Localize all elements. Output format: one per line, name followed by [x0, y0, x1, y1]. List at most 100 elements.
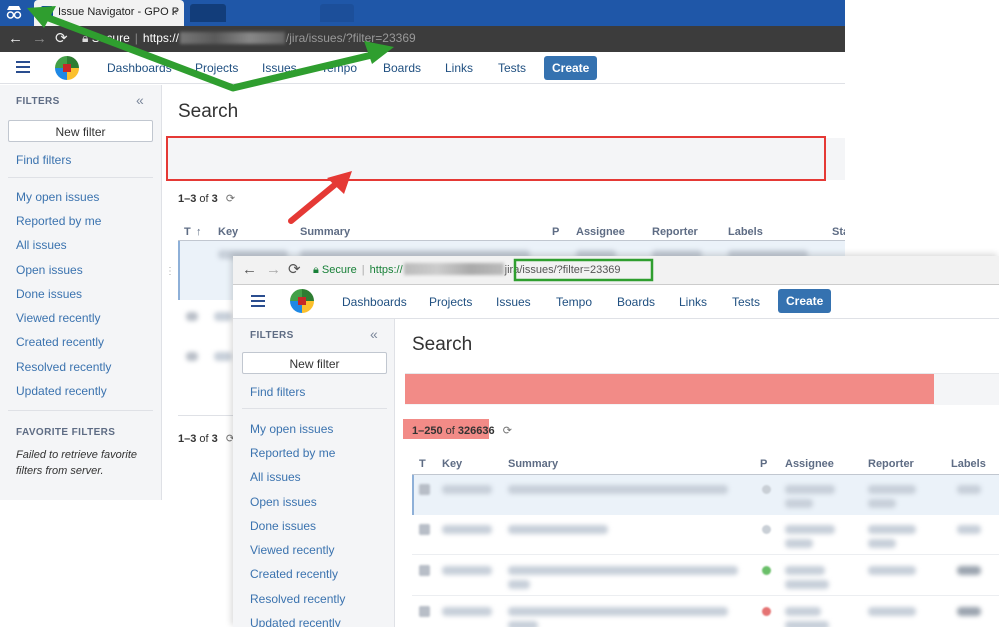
back-arrow-icon[interactable]: ←: [8, 31, 23, 47]
col-priority[interactable]: P: [552, 226, 559, 238]
url-field[interactable]: 🔒︎ Secure | https:// jira/issues/?filter=23…: [309, 260, 995, 280]
sidebar-item-updated-recently[interactable]: Updated recently: [16, 384, 107, 398]
table-row[interactable]: [412, 515, 999, 555]
tab-inactive[interactable]: [190, 4, 226, 22]
forward-arrow-icon[interactable]: →: [32, 31, 47, 47]
nav-tempo[interactable]: Tempo: [321, 61, 357, 75]
nav-boards[interactable]: Boards: [383, 61, 421, 75]
sort-ascending-icon[interactable]: ↑: [196, 226, 202, 238]
col-priority[interactable]: P: [760, 458, 767, 470]
issue-summary-redacted: [508, 607, 728, 616]
issue-key-redacted: [214, 352, 232, 361]
reload-icon[interactable]: ⟳: [55, 31, 68, 47]
address-bar: ← → ⟳ 🔒︎ Secure | https:// jira/issues/?fil…: [233, 256, 999, 285]
col-type[interactable]: T: [419, 458, 426, 470]
col-summary[interactable]: Summary: [300, 226, 350, 238]
sidebar-item-viewed-recently[interactable]: Viewed recently: [250, 543, 335, 557]
find-filters-link[interactable]: Find filters: [16, 153, 71, 167]
sidebar-item-resolved-recently[interactable]: Resolved recently: [250, 592, 345, 606]
col-type[interactable]: T: [184, 226, 191, 238]
filters-sidebar: FILTERS « New filter Find filters My ope…: [0, 85, 162, 500]
nav-tests[interactable]: Tests: [498, 61, 526, 75]
nav-dashboards[interactable]: Dashboards: [107, 61, 172, 75]
search-query-bar[interactable]: [168, 138, 845, 180]
new-filter-button[interactable]: New filter: [242, 352, 387, 374]
nav-dashboards[interactable]: Dashboards: [342, 295, 407, 309]
url-field[interactable]: 🔒︎ Secure | https:// /jira/issues/?filter=2…: [78, 29, 845, 49]
menu-icon[interactable]: [251, 295, 265, 307]
sidebar-item-updated-recently[interactable]: Updated recently: [250, 616, 341, 627]
col-status[interactable]: Sta: [832, 226, 845, 238]
nav-issues[interactable]: Issues: [262, 61, 297, 75]
issue-reporter-redacted: [868, 539, 896, 548]
col-assignee[interactable]: Assignee: [785, 458, 834, 470]
issue-type-icon: [419, 484, 430, 495]
sidebar-item-created-recently[interactable]: Created recently: [16, 335, 104, 349]
priority-icon: [762, 485, 771, 494]
nav-links[interactable]: Links: [679, 295, 707, 309]
tab-issue-navigator[interactable]: Issue Navigator - GPO P ×: [34, 0, 184, 26]
refresh-icon[interactable]: ⟳: [226, 192, 235, 205]
app-logo-icon[interactable]: [55, 56, 79, 80]
sidebar-item-reported-by-me[interactable]: Reported by me: [250, 446, 335, 460]
nav-boards[interactable]: Boards: [617, 295, 655, 309]
nav-tempo[interactable]: Tempo: [556, 295, 592, 309]
sidebar-item-open-issues[interactable]: Open issues: [16, 263, 83, 277]
table-row[interactable]: [412, 556, 999, 596]
table-row[interactable]: [412, 475, 999, 515]
create-button[interactable]: Create: [778, 289, 832, 313]
sidebar-item-created-recently[interactable]: Created recently: [250, 567, 338, 581]
sidebar-divider: [242, 408, 387, 409]
col-reporter[interactable]: Reporter: [868, 458, 914, 470]
sidebar-item-viewed-recently[interactable]: Viewed recently: [16, 311, 101, 325]
back-arrow-icon[interactable]: ←: [242, 262, 257, 278]
new-filter-button[interactable]: New filter: [8, 120, 153, 142]
sidebar-item-my-open-issues[interactable]: My open issues: [250, 422, 333, 436]
issue-type-icon: [186, 312, 198, 321]
issue-labels-redacted: [957, 607, 981, 616]
issue-labels-redacted: [957, 566, 981, 575]
forward-arrow-icon[interactable]: →: [266, 262, 281, 278]
issue-type-icon: [419, 606, 430, 617]
issue-reporter-redacted: [868, 525, 916, 534]
reload-icon[interactable]: ⟳: [288, 262, 301, 278]
refresh-icon[interactable]: ⟳: [503, 424, 512, 437]
resize-handle-icon[interactable]: ⋮: [165, 266, 175, 277]
sidebar-item-done-issues[interactable]: Done issues: [250, 519, 316, 533]
sidebar-divider: [8, 177, 153, 178]
create-button[interactable]: Create: [544, 56, 598, 80]
col-assignee[interactable]: Assignee: [576, 226, 625, 238]
sidebar-item-resolved-recently[interactable]: Resolved recently: [16, 360, 111, 374]
favorite-filters-error: Failed to retrieve favorite filters from…: [16, 449, 138, 477]
sidebar-item-reported-by-me[interactable]: Reported by me: [16, 214, 101, 228]
col-reporter[interactable]: Reporter: [652, 226, 698, 238]
nav-projects[interactable]: Projects: [195, 61, 238, 75]
nav-issues[interactable]: Issues: [496, 295, 531, 309]
sidebar-item-all-issues[interactable]: All issues: [250, 470, 301, 484]
find-filters-link[interactable]: Find filters: [250, 385, 305, 399]
count-range: 1–250: [412, 425, 443, 437]
col-key[interactable]: Key: [442, 458, 462, 470]
sidebar-item-my-open-issues[interactable]: My open issues: [16, 190, 99, 204]
col-labels[interactable]: Labels: [728, 226, 763, 238]
sidebar-item-open-issues[interactable]: Open issues: [250, 495, 317, 509]
col-labels[interactable]: Labels: [951, 458, 986, 470]
collapse-sidebar-icon[interactable]: «: [136, 92, 144, 108]
tab-close-icon[interactable]: ×: [171, 5, 178, 19]
collapse-sidebar-icon[interactable]: «: [370, 326, 378, 342]
issue-assignee-redacted: [785, 525, 835, 534]
menu-icon[interactable]: [16, 61, 30, 73]
screenshot-stage: Issue Navigator - GPO P × ← → ⟳ 🔒︎ Secur…: [0, 0, 999, 627]
nav-projects[interactable]: Projects: [429, 295, 472, 309]
col-key[interactable]: Key: [218, 226, 238, 238]
sidebar-item-all-issues[interactable]: All issues: [16, 238, 67, 252]
issue-assignee-redacted: [785, 485, 835, 494]
tab-inactive[interactable]: [320, 4, 354, 22]
nav-tests[interactable]: Tests: [732, 295, 760, 309]
col-summary[interactable]: Summary: [508, 458, 558, 470]
nav-links[interactable]: Links: [445, 61, 473, 75]
app-logo-icon[interactable]: [290, 289, 314, 313]
issue-reporter-redacted: [868, 499, 896, 508]
issue-summary-redacted: [508, 580, 530, 589]
sidebar-item-done-issues[interactable]: Done issues: [16, 287, 82, 301]
